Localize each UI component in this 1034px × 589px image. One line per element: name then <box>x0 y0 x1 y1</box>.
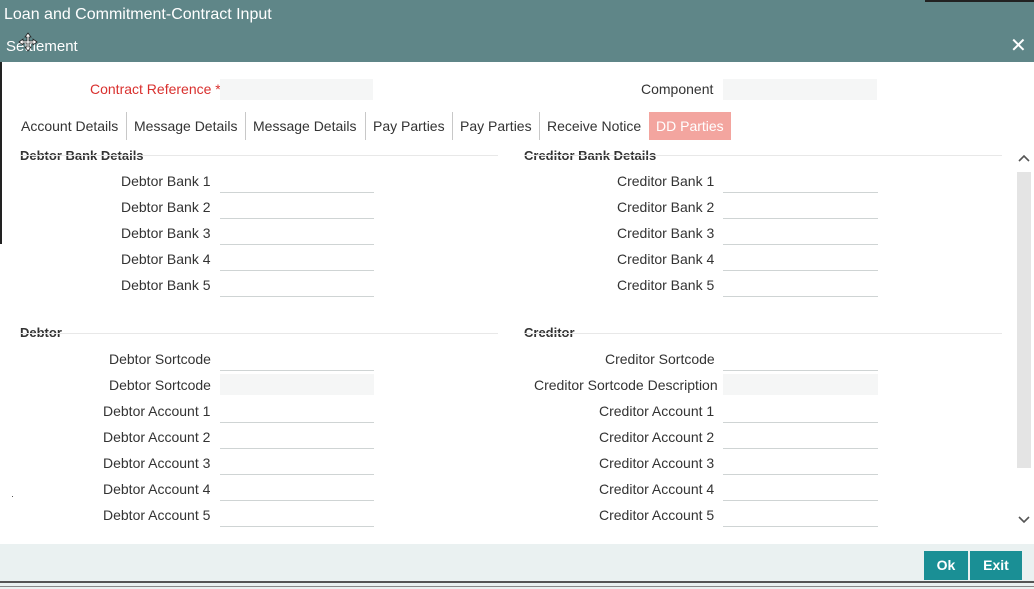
debtor-account-4-label: Debtor Account 4 <box>103 481 211 497</box>
section-divider <box>20 155 498 156</box>
dialog-footer: Ok Exit <box>0 544 1034 589</box>
creditor-bank-4-field[interactable] <box>723 249 878 271</box>
component-field[interactable] <box>723 79 877 101</box>
creditor-bank-1-label: Creditor Bank 1 <box>617 173 715 189</box>
creditor-account-4-label: Creditor Account 4 <box>599 481 715 497</box>
dialog-title: Settlement <box>6 38 78 55</box>
tab-account-details[interactable]: Account Details <box>14 112 125 140</box>
creditor-account-5-label: Creditor Account 5 <box>599 507 715 523</box>
artifact-dot <box>12 496 13 497</box>
creditor-sortcode-label: Creditor Sortcode <box>605 351 715 367</box>
creditor-account-1-field[interactable] <box>723 401 878 423</box>
window-left-border <box>0 62 2 244</box>
debtor-sortcode-label: Debtor Sortcode <box>109 351 211 367</box>
debtor-bank-2-label: Debtor Bank 2 <box>121 199 211 215</box>
tab-pay-parties-1[interactable]: Pay Parties <box>365 112 452 140</box>
creditor-bank-5-label: Creditor Bank 5 <box>617 277 715 293</box>
scrollbar-thumb[interactable] <box>1017 172 1031 468</box>
creditor-account-5-field[interactable] <box>723 505 878 527</box>
tab-dd-parties[interactable]: DD Parties <box>649 112 731 140</box>
tab-receive-notice[interactable]: Receive Notice <box>539 112 648 140</box>
creditor-sortcode-description-field[interactable] <box>723 374 878 396</box>
debtor-bank-3-field[interactable] <box>220 223 374 245</box>
debtor-sortcode-description-label: Debtor Sortcode <box>109 377 211 393</box>
creditor-sortcode-field[interactable] <box>723 349 878 371</box>
debtor-account-1-field[interactable] <box>220 401 374 423</box>
debtor-bank-4-label: Debtor Bank 4 <box>121 251 211 267</box>
window-top-border <box>925 0 1034 2</box>
window-title: Loan and Commitment-Contract Input <box>4 6 272 23</box>
section-divider <box>524 333 1002 334</box>
component-label: Component <box>641 81 714 97</box>
move-cursor-icon <box>18 32 38 52</box>
creditor-account-3-label: Creditor Account 3 <box>599 455 715 471</box>
creditor-account-2-field[interactable] <box>723 427 878 449</box>
chevron-down-icon[interactable] <box>1016 512 1032 528</box>
close-icon[interactable]: ✕ <box>1010 36 1028 56</box>
chevron-up-icon[interactable] <box>1016 150 1032 166</box>
creditor-bank-2-field[interactable] <box>723 197 878 219</box>
dialog-title-bar[interactable]: Settlement ✕ <box>0 32 1034 62</box>
creditor-sortcode-description-label: Creditor Sortcode Description <box>534 377 718 393</box>
creditor-bank-5-field[interactable] <box>723 275 878 297</box>
debtor-account-1-label: Debtor Account 1 <box>103 403 211 419</box>
debtor-sortcode-description-field[interactable] <box>220 374 374 396</box>
creditor-account-2-label: Creditor Account 2 <box>599 429 715 445</box>
footer-border <box>0 581 1034 583</box>
debtor-bank-5-field[interactable] <box>220 275 374 297</box>
creditor-bank-3-label: Creditor Bank 3 <box>617 225 715 241</box>
debtor-account-3-field[interactable] <box>220 453 374 475</box>
debtor-account-5-field[interactable] <box>220 505 374 527</box>
ok-button[interactable]: Ok <box>924 551 968 580</box>
debtor-bank-2-field[interactable] <box>220 197 374 219</box>
creditor-bank-2-label: Creditor Bank 2 <box>617 199 715 215</box>
exit-button[interactable]: Exit <box>970 551 1022 580</box>
tab-pay-parties-2[interactable]: Pay Parties <box>452 112 539 140</box>
debtor-account-2-field[interactable] <box>220 427 374 449</box>
creditor-bank-3-field[interactable] <box>723 223 878 245</box>
debtor-account-3-label: Debtor Account 3 <box>103 455 211 471</box>
contract-reference-field[interactable] <box>220 79 373 101</box>
creditor-bank-4-label: Creditor Bank 4 <box>617 251 715 267</box>
creditor-account-1-label: Creditor Account 1 <box>599 403 715 419</box>
contract-reference-label: Contract Reference * <box>90 81 221 97</box>
tab-message-details-2[interactable]: Message Details <box>245 112 364 140</box>
debtor-account-2-label: Debtor Account 2 <box>103 429 211 445</box>
debtor-bank-5-label: Debtor Bank 5 <box>121 277 211 293</box>
creditor-account-3-field[interactable] <box>723 453 878 475</box>
section-divider <box>20 333 498 334</box>
creditor-bank-1-field[interactable] <box>723 171 878 193</box>
window-title-bar: Loan and Commitment-Contract Input <box>0 0 1034 32</box>
creditor-account-4-field[interactable] <box>723 479 878 501</box>
debtor-bank-1-field[interactable] <box>220 171 374 193</box>
debtor-bank-4-field[interactable] <box>220 249 374 271</box>
footer-border <box>0 586 1034 587</box>
debtor-account-4-field[interactable] <box>220 479 374 501</box>
debtor-account-5-label: Debtor Account 5 <box>103 507 211 523</box>
debtor-sortcode-field[interactable] <box>220 349 374 371</box>
section-divider <box>524 155 1002 156</box>
tab-message-details-1[interactable]: Message Details <box>126 112 245 140</box>
debtor-bank-3-label: Debtor Bank 3 <box>121 225 211 241</box>
debtor-bank-1-label: Debtor Bank 1 <box>121 173 211 189</box>
